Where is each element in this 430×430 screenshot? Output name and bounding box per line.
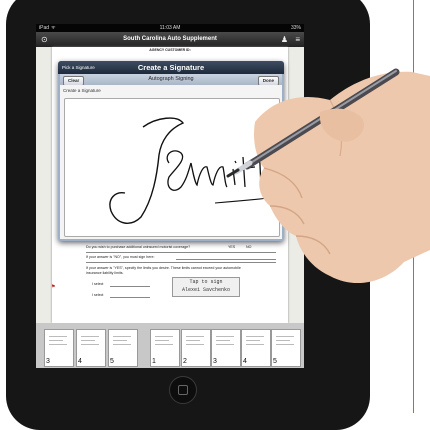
divider-line — [86, 252, 276, 253]
dialog-body: Create a Signature — [60, 85, 282, 239]
ipad-device-frame: iPad ᯤ 11:03 AM 33% ⊙ South Carolina Aut… — [6, 0, 370, 430]
divider-line — [86, 262, 276, 263]
create-signature-label: Create a Signature — [63, 88, 101, 93]
page-thumbnail[interactable]: 1 — [150, 329, 180, 367]
done-button[interactable]: Done — [257, 75, 279, 86]
page-thumbnail[interactable]: 2 — [181, 329, 211, 367]
tap-to-sign-button[interactable]: Tap to sign Alexei Savchenko — [172, 277, 240, 297]
i-select-label: I select — [92, 282, 104, 286]
thumbnail-page-number: 5 — [110, 358, 114, 365]
user-icon[interactable]: ♟ — [281, 34, 288, 45]
required-flag-icon: ⚑ — [51, 284, 56, 290]
ipad-screen: iPad ᯤ 11:03 AM 33% ⊙ South Carolina Aut… — [36, 24, 304, 368]
limit-field-line[interactable] — [110, 297, 150, 298]
tap-to-sign-label: Tap to sign — [189, 279, 223, 285]
thumbnail-page-number: 3 — [46, 358, 50, 365]
page-thumbnail-tray: 3 4 5 1 2 3 4 5 — [36, 323, 304, 368]
page-thumbnail[interactable]: 3 — [44, 329, 74, 367]
thumbnail-page-number: 1 — [152, 358, 156, 365]
create-signature-dialog: Pick a Signature Create a Signature Clea… — [58, 61, 284, 241]
thumbnail-page-number: 4 — [78, 358, 82, 365]
i-select-label: I select — [92, 293, 104, 297]
page-edge-rule — [413, 0, 414, 413]
page-thumbnail[interactable]: 4 — [76, 329, 106, 367]
page-thumbnail[interactable]: 5 — [108, 329, 138, 367]
agency-customer-id-label: AGENCY CUSTOMER ID: — [149, 48, 191, 52]
answer-no-option[interactable]: NO — [246, 245, 251, 249]
question-yes-limits-cont: insurance liability limits. — [86, 271, 124, 275]
app-title: South Carolina Auto Supplement — [123, 36, 217, 42]
status-bar: iPad ᯤ 11:03 AM 33% — [36, 24, 304, 32]
dialog-title: Create a Signature — [137, 63, 205, 72]
home-button[interactable] — [169, 376, 197, 404]
thumbnail-page-number: 2 — [183, 358, 187, 365]
signature-line[interactable] — [176, 259, 276, 260]
thumbnail-page-number: 4 — [243, 358, 247, 365]
answer-yes-option[interactable]: YES — [228, 245, 235, 249]
battery-level: 33% — [290, 25, 301, 31]
dialog-nav-bar: Pick a Signature Create a Signature — [58, 61, 284, 74]
autograph-signing-title: Autograph Signing — [148, 76, 194, 82]
app-header: ⊙ South Carolina Auto Supplement ♟ ≡ — [36, 32, 304, 47]
signer-name: Alexei Savchenko — [181, 287, 230, 293]
page-thumbnail[interactable]: 3 — [211, 329, 241, 367]
handwritten-signature — [109, 117, 278, 224]
question-no-sign-here: If your answer is "NO", you must sign he… — [86, 255, 155, 259]
thumbnail-page-number: 3 — [213, 358, 217, 365]
question-yes-limits: If your answer is "YES", specify the lim… — [86, 266, 241, 270]
thumbnail-page-number: 5 — [273, 358, 277, 365]
page-thumbnail[interactable]: 5 — [271, 329, 301, 367]
page-thumbnail[interactable]: 4 — [241, 329, 271, 367]
signature-pad[interactable] — [64, 98, 280, 237]
question-additional-coverage: Do you wish to purchase additional unins… — [86, 245, 191, 249]
status-time: 11:03 AM — [159, 25, 181, 31]
dialog-toolbar: Clear Autograph Signing Done — [60, 74, 282, 86]
menu-icon[interactable]: ≡ — [295, 34, 300, 45]
limit-field-line[interactable] — [110, 286, 150, 287]
